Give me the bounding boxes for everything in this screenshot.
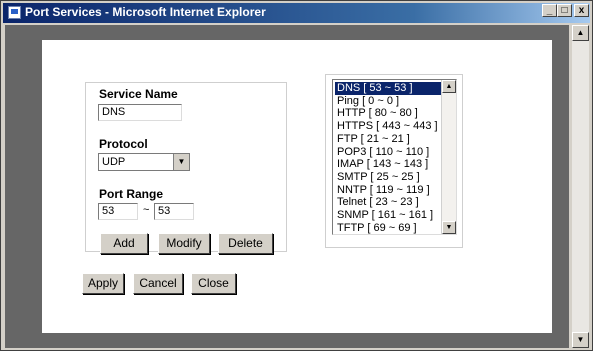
service-list-item[interactable]: SMTP [ 25 ~ 25 ]: [335, 171, 443, 184]
protocol-select[interactable]: UDP ▼: [98, 153, 190, 171]
chevron-down-icon[interactable]: ▼: [173, 154, 189, 170]
service-list-item[interactable]: SNMP [ 161 ~ 161 ]: [335, 209, 443, 222]
browser-content: Service Name DNS Protocol UDP ▼ Port Ran…: [5, 25, 569, 348]
service-list-item[interactable]: HTTP [ 80 ~ 80 ]: [335, 107, 443, 120]
modify-button[interactable]: Modify: [158, 233, 210, 254]
protocol-label: Protocol: [99, 137, 148, 151]
service-list-item[interactable]: DNS [ 53 ~ 53 ]: [335, 82, 443, 95]
service-list-item[interactable]: TFTP [ 69 ~ 69 ]: [335, 222, 443, 234]
add-button[interactable]: Add: [100, 233, 148, 254]
minimize-button[interactable]: _: [542, 4, 557, 17]
close-window-button[interactable]: x: [574, 4, 589, 17]
service-list-item[interactable]: FTP [ 21 ~ 21 ]: [335, 133, 443, 146]
browser-window: Port Services - Microsoft Internet Explo…: [0, 0, 593, 351]
port-end-input[interactable]: 53: [154, 203, 194, 220]
service-list-item[interactable]: POP3 [ 110 ~ 110 ]: [335, 146, 443, 159]
service-list-item[interactable]: Telnet [ 23 ~ 23 ]: [335, 196, 443, 209]
page-scrollbar[interactable]: ▲ ▼: [572, 25, 589, 348]
apply-button[interactable]: Apply: [82, 273, 124, 294]
delete-button[interactable]: Delete: [218, 233, 273, 254]
page-scroll-up-icon[interactable]: ▲: [572, 25, 589, 41]
service-list-panel: DNS [ 53 ~ 53 ] Ping [ 0 ~ 0 ] HTTP [ 80 ~…: [325, 74, 463, 248]
service-name-input[interactable]: DNS: [98, 104, 182, 121]
window-title: Port Services - Microsoft Internet Explo…: [25, 5, 266, 19]
port-services-page: Service Name DNS Protocol UDP ▼ Port Ran…: [42, 40, 552, 333]
close-button[interactable]: Close: [191, 273, 236, 294]
service-name-label: Service Name: [99, 87, 178, 101]
port-range-label: Port Range: [99, 187, 164, 201]
service-list-item[interactable]: HTTPS [ 443 ~ 443 ]: [335, 120, 443, 133]
maximize-button[interactable]: □: [557, 4, 572, 17]
title-bar[interactable]: Port Services - Microsoft Internet Explo…: [3, 3, 590, 23]
scroll-down-icon[interactable]: ▼: [442, 221, 456, 234]
service-list-item[interactable]: NNTP [ 119 ~ 119 ]: [335, 184, 443, 197]
range-separator: ~: [143, 204, 150, 216]
service-form: Service Name DNS Protocol UDP ▼ Port Ran…: [85, 82, 287, 254]
port-start-input[interactable]: 53: [98, 203, 138, 220]
service-list-item[interactable]: IMAP [ 143 ~ 143 ]: [335, 158, 443, 171]
cancel-button[interactable]: Cancel: [133, 273, 183, 294]
page-scroll-down-icon[interactable]: ▼: [572, 332, 589, 348]
service-list-item[interactable]: Ping [ 0 ~ 0 ]: [335, 95, 443, 108]
service-listbox[interactable]: DNS [ 53 ~ 53 ] Ping [ 0 ~ 0 ] HTTP [ 80 ~…: [332, 79, 457, 235]
list-scrollbar[interactable]: ▲ ▼: [441, 80, 456, 234]
protocol-value: UDP: [102, 156, 126, 168]
scroll-up-icon[interactable]: ▲: [442, 80, 456, 93]
ie-page-icon: [8, 6, 21, 19]
